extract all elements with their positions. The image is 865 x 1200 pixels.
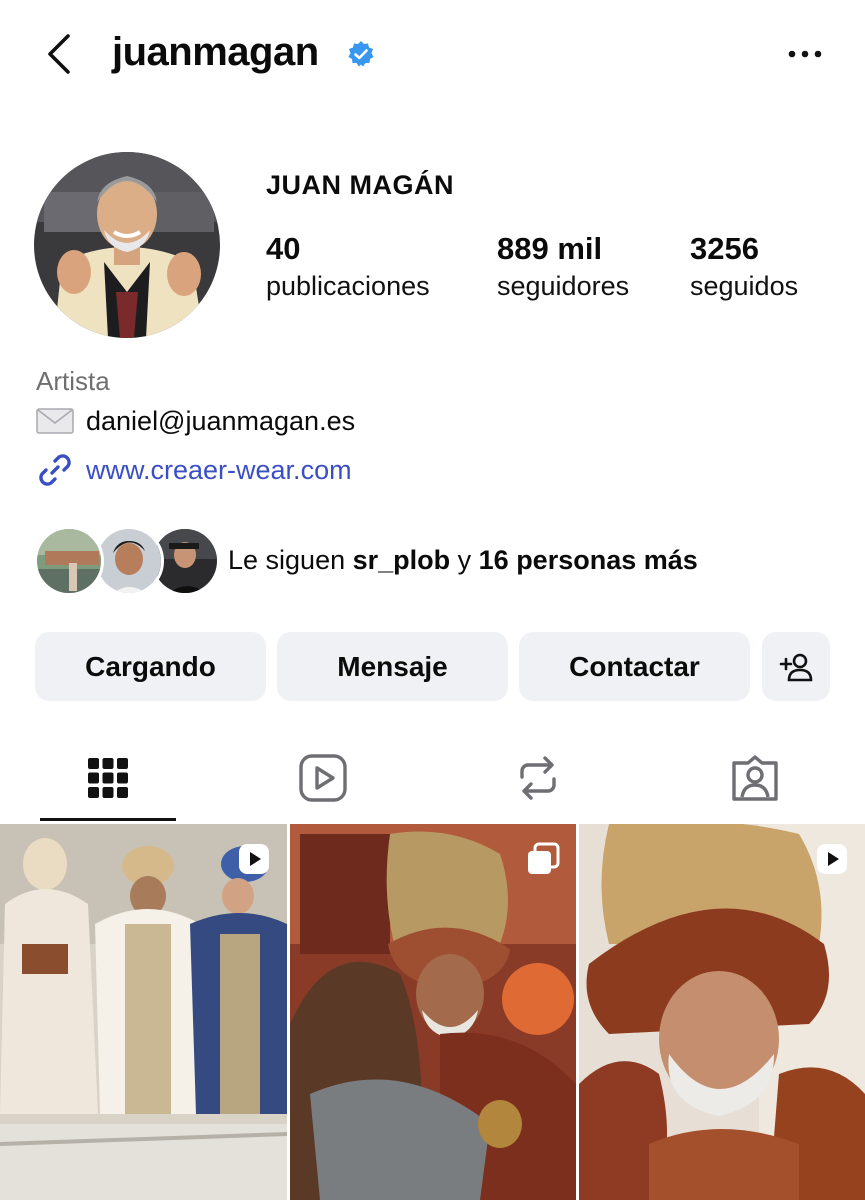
profile-avatar[interactable] xyxy=(34,152,220,338)
stat-following[interactable]: 3256 seguidos xyxy=(690,230,798,304)
add-person-icon xyxy=(779,653,813,681)
post-thumbnail[interactable] xyxy=(579,824,865,1200)
followed-by-prefix: Le siguen xyxy=(228,545,353,575)
stat-following-label: seguidos xyxy=(690,271,799,301)
message-button[interactable]: Mensaje xyxy=(277,632,508,701)
more-options-icon[interactable] xyxy=(785,40,825,68)
follower-avatar xyxy=(34,526,104,596)
stat-following-value: 3256 xyxy=(690,231,759,266)
tab-reels[interactable] xyxy=(253,738,393,818)
contact-button[interactable]: Contactar xyxy=(519,632,750,701)
post-thumbnail[interactable] xyxy=(290,824,576,1200)
stat-followers-label: seguidores xyxy=(497,271,630,301)
post-image xyxy=(290,824,576,1200)
profile-display-name: JUAN MAGÁN xyxy=(266,170,455,200)
followed-by-row[interactable]: Le siguen sr_plob y 16 personas más xyxy=(34,526,834,596)
external-link-row[interactable]: www.creaer-wear.com xyxy=(36,452,352,488)
profile-tabs xyxy=(0,738,865,822)
tab-tagged[interactable] xyxy=(685,738,825,818)
stat-posts-value: 40 xyxy=(266,231,301,266)
followed-by-others[interactable]: 16 personas más xyxy=(479,545,698,575)
reel-icon xyxy=(239,844,269,874)
tagged-icon xyxy=(732,755,778,801)
followed-by-connector: y xyxy=(450,545,479,575)
follower-avatar xyxy=(94,526,164,596)
followed-by-text: Le siguen sr_plob y 16 personas más xyxy=(228,545,698,576)
profile-category: Artista xyxy=(36,366,110,396)
suggest-users-button[interactable] xyxy=(762,632,830,701)
follow-button[interactable]: Cargando xyxy=(35,632,266,701)
repost-icon xyxy=(520,756,556,800)
profile-email: daniel@juanmagan.es xyxy=(86,405,356,436)
verified-badge-icon xyxy=(348,41,374,67)
active-tab-indicator xyxy=(40,818,176,821)
tab-reposts[interactable] xyxy=(468,738,608,818)
post-thumbnail[interactable] xyxy=(0,824,287,1200)
carousel-icon xyxy=(528,842,560,874)
avatar-photo xyxy=(34,152,220,338)
post-image xyxy=(0,824,287,1200)
email-row[interactable]: daniel@juanmagan.es xyxy=(36,404,355,438)
stat-posts[interactable]: 40 publicaciones xyxy=(266,230,430,304)
stat-followers-value: 889 mil xyxy=(497,231,603,266)
tab-grid[interactable] xyxy=(38,738,178,818)
link-icon xyxy=(39,454,71,486)
reels-icon xyxy=(299,754,347,802)
reel-icon xyxy=(817,844,847,874)
followed-by-user[interactable]: sr_plob xyxy=(353,545,451,575)
posts-grid xyxy=(0,824,865,1200)
grid-icon xyxy=(88,758,128,798)
back-chevron-icon[interactable] xyxy=(40,30,80,78)
post-image xyxy=(579,824,865,1200)
profile-username: juanmagan xyxy=(112,30,319,74)
stat-followers[interactable]: 889 mil seguidores xyxy=(497,230,629,304)
profile-website: www.creaer-wear.com xyxy=(86,454,352,485)
stat-posts-label: publicaciones xyxy=(266,271,430,301)
envelope-icon xyxy=(36,408,74,434)
profile-header: juanmagan xyxy=(0,0,865,110)
